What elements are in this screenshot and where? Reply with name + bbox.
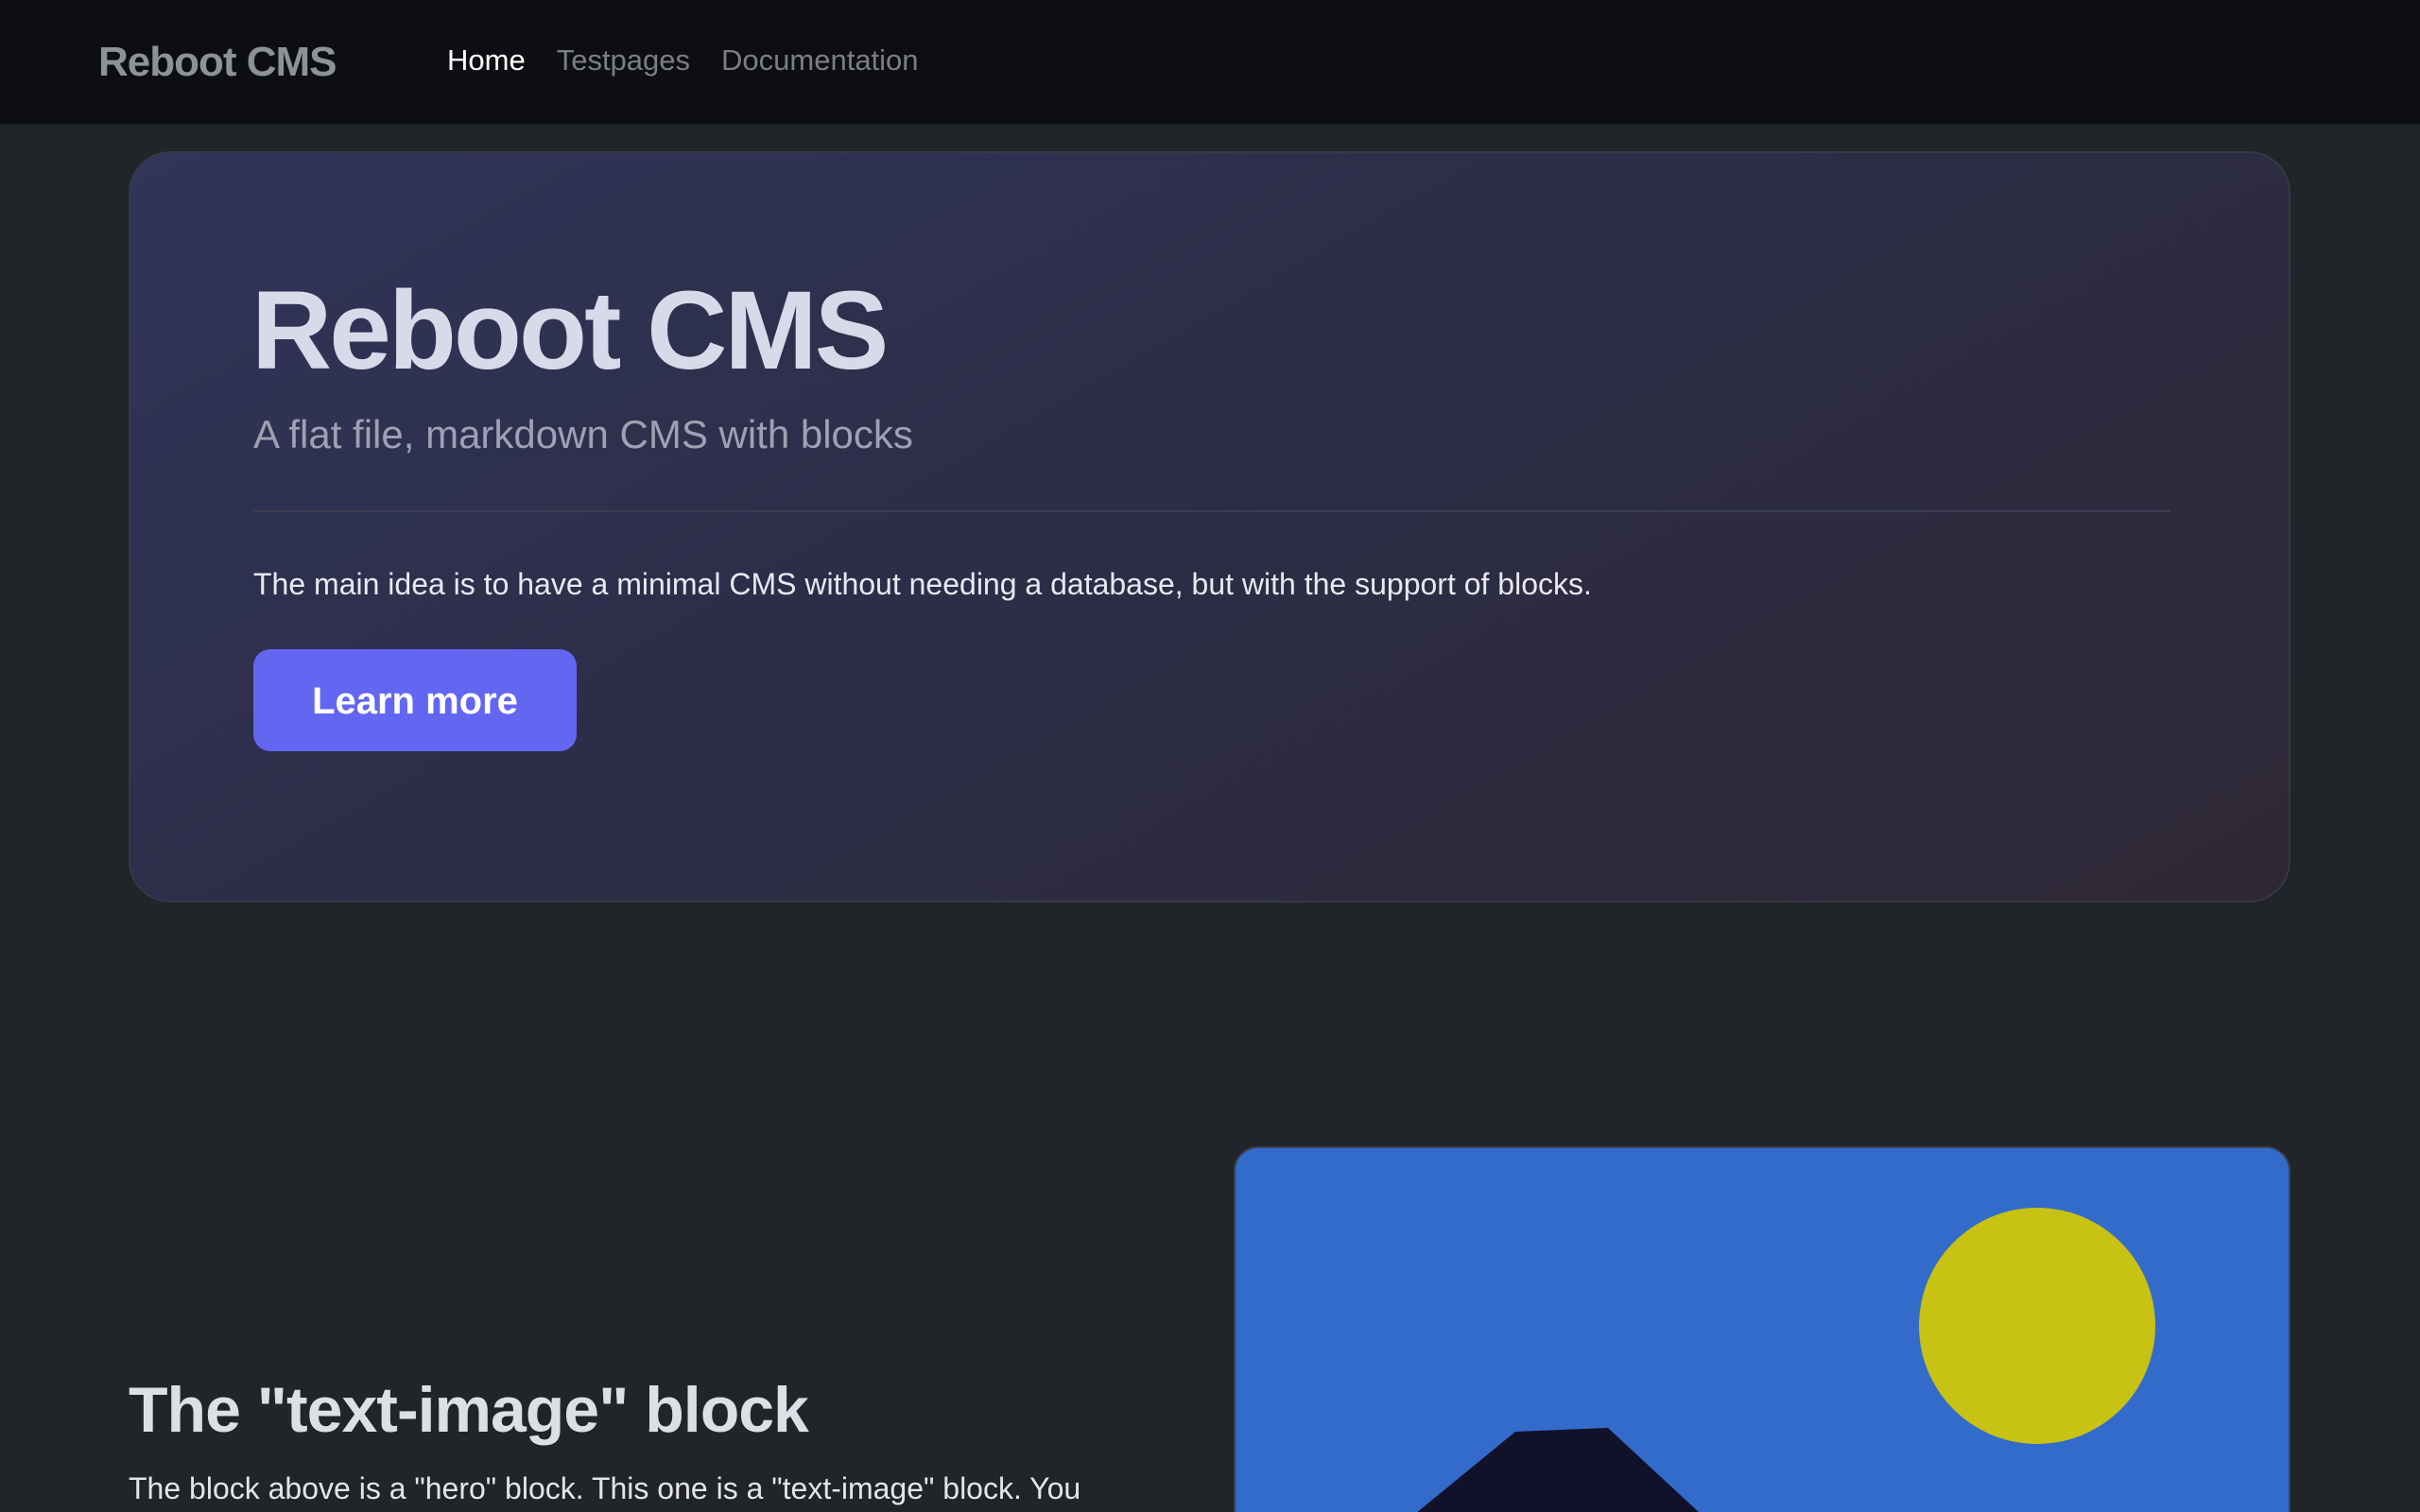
learn-more-button[interactable]: Learn more [253, 649, 577, 751]
hero-title: Reboot CMS [251, 268, 889, 393]
sun-shape [1919, 1208, 2155, 1444]
landscape-placeholder-image [1234, 1146, 2290, 1512]
hero-divider [253, 510, 2170, 512]
hero-description: The main idea is to have a minimal CMS w… [253, 567, 1592, 601]
navbar: Reboot CMS Home Testpages Documentation [0, 0, 2420, 125]
text-image-description: The block above is a "hero" block. This … [129, 1471, 1081, 1505]
nav-link-home[interactable]: Home [447, 38, 526, 83]
nav-links: Home Testpages Documentation [447, 38, 919, 83]
landscape-placeholder-icon [1236, 1148, 2289, 1512]
hero-subtitle: A flat file, markdown CMS with blocks [253, 412, 913, 456]
nav-link-testpages[interactable]: Testpages [557, 38, 690, 83]
nav-link-documentation[interactable]: Documentation [721, 38, 919, 83]
text-image-heading: The "text-image" block [129, 1374, 809, 1446]
brand-logo-link[interactable]: Reboot CMS [98, 36, 337, 89]
hero-block: Reboot CMS A flat file, markdown CMS wit… [129, 151, 2290, 902]
